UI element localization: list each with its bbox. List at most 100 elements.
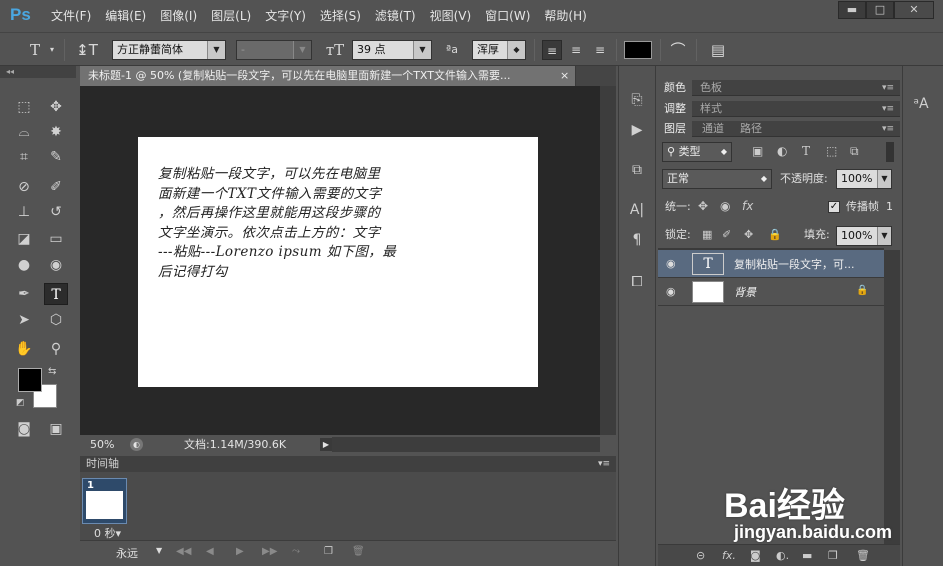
- tab-layers[interactable]: 图层: [658, 121, 692, 137]
- layer-row-text[interactable]: ◉ T 复制粘贴一段文字，可...: [658, 250, 884, 278]
- layers-scrollbar[interactable]: [884, 250, 900, 544]
- menu-window[interactable]: 窗口(W): [478, 8, 537, 24]
- blend-mode-select[interactable]: 正常 ◆: [662, 169, 772, 189]
- zoom-level[interactable]: 50%: [90, 436, 114, 453]
- type-tool-icon[interactable]: T: [44, 283, 68, 305]
- new-frame-icon[interactable]: ❐: [324, 546, 333, 557]
- tab-paths[interactable]: 路径: [734, 121, 768, 137]
- tab-swatches[interactable]: 色板: [694, 80, 728, 96]
- pen-tool-icon[interactable]: ✒: [12, 283, 36, 305]
- align-left-icon[interactable]: ≡: [542, 40, 562, 60]
- screen-mode-icon[interactable]: ▣: [44, 418, 68, 440]
- move-tool-icon[interactable]: ✥: [44, 96, 68, 118]
- filter-type-icon[interactable]: T: [802, 144, 810, 158]
- new-group-icon[interactable]: ▬: [802, 549, 812, 562]
- foreground-color-swatch[interactable]: [18, 368, 42, 392]
- warp-text-icon[interactable]: ⌒: [668, 40, 688, 60]
- brush-tool-icon[interactable]: ✐: [44, 176, 68, 198]
- blur-tool-icon[interactable]: ●: [12, 254, 36, 276]
- layer-name[interactable]: 复制粘贴一段文字，可...: [734, 256, 855, 272]
- maximize-button[interactable]: □: [866, 1, 894, 19]
- character-styles-icon[interactable]: ᵃA: [907, 94, 935, 114]
- first-frame-icon[interactable]: ◀◀: [176, 546, 191, 557]
- history-brush-icon[interactable]: ↺: [44, 201, 68, 223]
- document-tab[interactable]: 未标题-1 @ 50% (复制粘贴一段文字，可以先在电脑里面新建一个TXT文件输…: [80, 66, 576, 86]
- magic-wand-icon[interactable]: ✸: [44, 121, 68, 143]
- filter-shape-icon[interactable]: ⬚: [826, 144, 837, 158]
- menu-select[interactable]: 选择(S): [313, 8, 368, 24]
- lock-image-icon[interactable]: ✐: [722, 228, 731, 241]
- horizontal-scrollbar[interactable]: [332, 437, 600, 452]
- type-tool-preset-icon[interactable]: T: [24, 40, 46, 60]
- fill-input[interactable]: 100% ▼: [836, 226, 892, 246]
- crop-tool-icon[interactable]: ⌗: [12, 146, 36, 168]
- next-frame-icon[interactable]: ▶▶: [262, 546, 277, 557]
- clone-stamp-icon[interactable]: ⊥: [12, 201, 36, 223]
- canvas-text-layer[interactable]: 复制粘贴一段文字，可以先在电脑里 面新建一个TXT文件输入需要的文字 ，然后再操…: [158, 165, 530, 282]
- tab-adjustments[interactable]: 调整: [658, 101, 692, 117]
- menu-help[interactable]: 帮助(H): [537, 8, 593, 24]
- filter-smart-object-icon[interactable]: ⧉: [850, 144, 859, 159]
- dodge-tool-icon[interactable]: ◉: [44, 254, 68, 276]
- link-layers-icon[interactable]: ⊝: [696, 549, 705, 562]
- toggle-orientation-icon[interactable]: ↨T: [74, 40, 100, 60]
- timeline-menu-icon[interactable]: ▾≡: [598, 456, 610, 472]
- eye-icon[interactable]: ◉: [666, 257, 676, 270]
- align-right-icon[interactable]: ≡: [590, 40, 610, 60]
- layer-row-background[interactable]: ◉ 背景 🔒: [658, 278, 884, 306]
- tab-styles[interactable]: 样式: [694, 101, 728, 117]
- status-menu-arrow-icon[interactable]: ▶: [320, 438, 332, 451]
- unify-position-icon[interactable]: ✥: [698, 199, 708, 213]
- close-window-button[interactable]: ✕: [894, 1, 934, 19]
- tools-collapse-icon[interactable]: ◂◂: [0, 66, 76, 78]
- eraser-tool-icon[interactable]: ◪: [12, 228, 36, 250]
- zoom-tool-icon[interactable]: ⚲: [44, 338, 68, 360]
- tab-color[interactable]: 颜色: [658, 80, 692, 96]
- tab-channels[interactable]: 通道: [696, 121, 730, 137]
- propagate-checkbox[interactable]: ✓: [828, 201, 840, 213]
- preset-dropdown-icon[interactable]: ▾: [46, 40, 58, 60]
- lock-position-icon[interactable]: ✥: [744, 228, 753, 241]
- unify-visibility-icon[interactable]: ◉: [720, 199, 730, 213]
- panel-menu-icon[interactable]: ▾≡: [882, 101, 894, 117]
- paragraph-panel-icon[interactable]: ¶: [623, 230, 651, 250]
- adjustment-layer-icon[interactable]: ◐.: [776, 549, 789, 562]
- status-info-icon[interactable]: ◐: [130, 438, 143, 451]
- font-size-select[interactable]: 39 点 ▼: [352, 40, 432, 60]
- healing-brush-icon[interactable]: ⊘: [12, 176, 36, 198]
- lasso-tool-icon[interactable]: ⌓: [12, 121, 36, 143]
- prev-frame-icon[interactable]: ◀: [206, 546, 214, 557]
- shape-tool-icon[interactable]: ⬡: [44, 309, 68, 331]
- frame-delay-select[interactable]: 0 秒▾: [94, 525, 121, 541]
- opacity-input[interactable]: 100% ▼: [836, 169, 892, 189]
- delete-frame-icon[interactable]: 🗑: [352, 546, 365, 557]
- clone-source-icon[interactable]: ⧠: [623, 272, 651, 292]
- quick-mask-icon[interactable]: ◙: [12, 418, 36, 440]
- vertical-scrollbar[interactable]: [600, 86, 616, 435]
- eyedropper-icon[interactable]: ✎: [44, 146, 68, 168]
- text-color-swatch[interactable]: [624, 41, 652, 59]
- menu-layer[interactable]: 图层(L): [204, 8, 258, 24]
- filter-toggle[interactable]: [886, 142, 894, 162]
- layer-filter-select[interactable]: ⚲ 类型 ◆: [662, 142, 732, 162]
- filter-adjustment-icon[interactable]: ◐: [777, 144, 787, 158]
- play-icon[interactable]: ▶: [236, 546, 244, 557]
- loop-select[interactable]: 永远: [116, 545, 138, 561]
- panel-menu-icon[interactable]: ▾≡: [882, 80, 894, 96]
- history-panel-icon[interactable]: ⎘: [623, 90, 651, 110]
- panel-menu-icon[interactable]: ▾≡: [882, 121, 894, 137]
- close-tab-icon[interactable]: ×: [560, 66, 574, 86]
- add-mask-icon[interactable]: ◙: [750, 549, 761, 562]
- lock-all-icon[interactable]: 🔒: [768, 228, 782, 241]
- loop-dropdown-icon[interactable]: ▼: [156, 546, 162, 555]
- font-family-select[interactable]: 方正静蕾简体 ▼: [112, 40, 226, 60]
- font-style-select[interactable]: - ▼: [236, 40, 312, 60]
- tween-icon[interactable]: ⤳: [292, 546, 300, 557]
- hand-tool-icon[interactable]: ✋: [12, 338, 36, 360]
- layer-name[interactable]: 背景: [734, 284, 756, 300]
- character-panel-icon[interactable]: ▤: [708, 40, 728, 60]
- layer-style-icon[interactable]: fx.: [722, 549, 736, 562]
- gradient-tool-icon[interactable]: ▭: [44, 228, 68, 250]
- default-colors-icon[interactable]: ◩: [16, 398, 25, 408]
- menu-filter[interactable]: 滤镜(T): [368, 8, 423, 24]
